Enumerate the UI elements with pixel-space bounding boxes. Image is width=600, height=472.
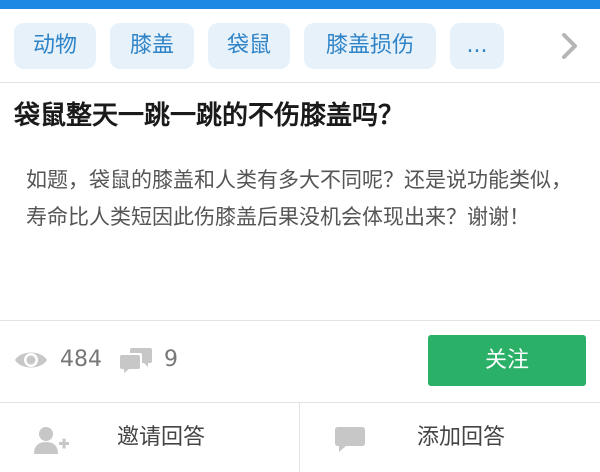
invite-answer-label: 邀请回答 [117, 425, 206, 450]
comment-count: 9 [164, 347, 178, 372]
tag-knee-injury[interactable]: 膝盖损伤 [304, 23, 436, 69]
tag-animals[interactable]: 动物 [14, 23, 96, 69]
speech-bubble-icon [335, 427, 365, 452]
tag-bar: 动物 膝盖 袋鼠 膝盖损伤 ... [0, 9, 600, 83]
comment-icon [120, 348, 152, 373]
add-answer-label: 添加回答 [417, 425, 506, 450]
invite-answer-button[interactable]: 邀请回答 [0, 403, 300, 472]
question-description: 如题，袋鼠的膝盖和人类有多大不同呢？还是说功能类似，寿命比人类短因此伤膝盖后果没… [26, 168, 572, 229]
action-bar: 邀请回答 添加回答 [0, 402, 600, 472]
tag-knee[interactable]: 膝盖 [110, 23, 194, 69]
tag-more[interactable]: ... [450, 23, 504, 69]
follow-button[interactable]: 关注 [428, 335, 586, 386]
tag-kangaroo[interactable]: 袋鼠 [208, 23, 290, 69]
view-count: 484 [60, 347, 102, 372]
eye-icon [15, 352, 47, 368]
add-answer-button[interactable]: 添加回答 [300, 403, 600, 472]
stats-row: 484 9 关注 [0, 320, 600, 402]
add-user-icon [34, 427, 69, 454]
top-accent-bar [0, 0, 600, 9]
chevron-right-icon[interactable] [556, 33, 582, 59]
question-title: 袋鼠整天一跳一跳的不伤膝盖吗？ [14, 101, 405, 131]
